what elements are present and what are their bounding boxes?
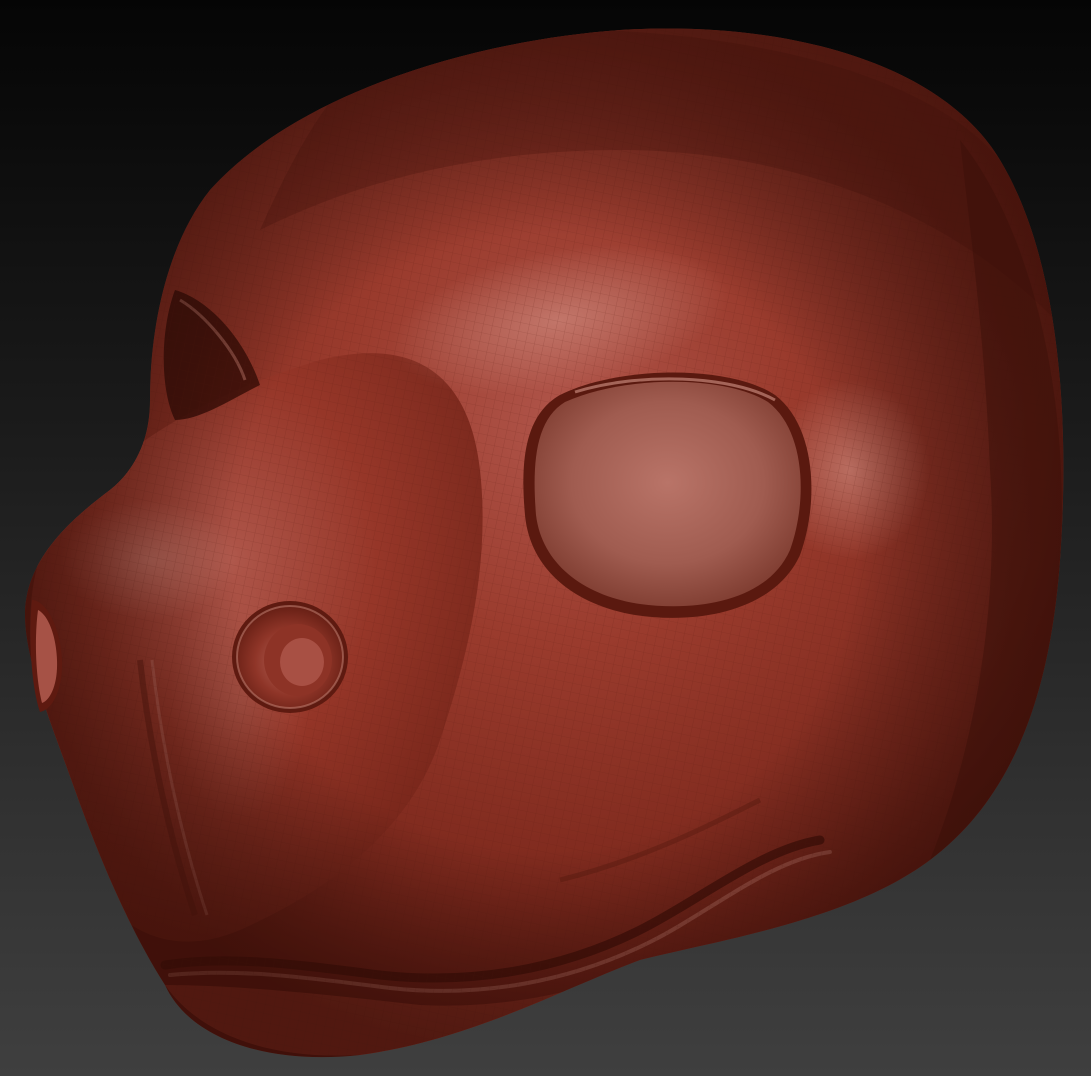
model-render xyxy=(25,28,1064,1058)
nostril-front xyxy=(232,601,348,713)
sculpt-viewport[interactable] xyxy=(0,0,1091,1076)
eye-socket xyxy=(523,372,812,618)
